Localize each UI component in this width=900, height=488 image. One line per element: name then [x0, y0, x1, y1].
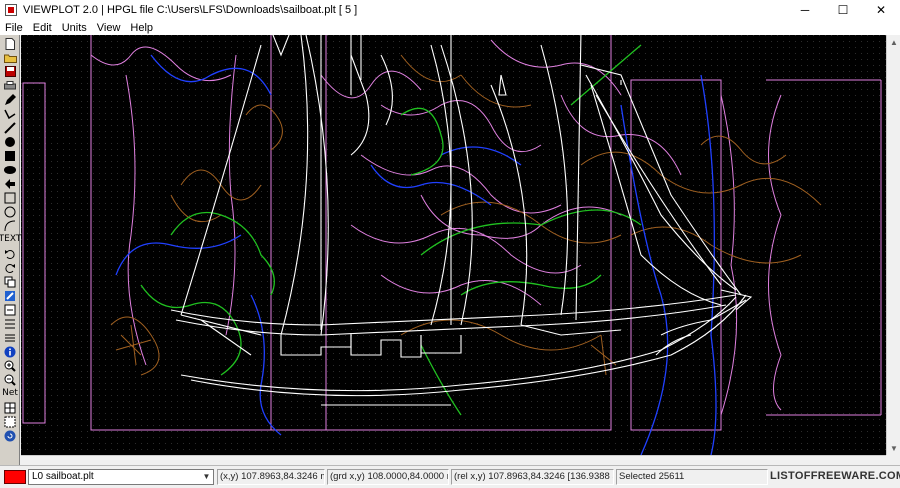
- menu-help[interactable]: Help: [125, 22, 158, 34]
- layer-icon[interactable]: [2, 303, 18, 316]
- zoom-out-icon[interactable]: [2, 373, 18, 386]
- save-icon[interactable]: [2, 65, 18, 78]
- ruler-icon[interactable]: [2, 331, 18, 344]
- filled-rect-icon[interactable]: [2, 149, 18, 162]
- copy-icon[interactable]: [2, 275, 18, 288]
- menu-units[interactable]: Units: [57, 22, 92, 34]
- print-icon[interactable]: [2, 79, 18, 92]
- redo-icon[interactable]: [2, 261, 18, 274]
- grid-icon[interactable]: [2, 317, 18, 330]
- hpgl-drawing: [21, 35, 886, 455]
- filled-ellipse-icon[interactable]: [2, 163, 18, 176]
- chevron-down-icon[interactable]: ▼: [200, 470, 213, 484]
- selection-count: Selected 25611: [616, 469, 768, 485]
- minimize-button[interactable]: ─: [786, 0, 824, 20]
- select-all-icon[interactable]: [2, 415, 18, 428]
- active-color-swatch[interactable]: [4, 470, 26, 484]
- net-tool[interactable]: Net: [2, 387, 18, 400]
- circle-outline-icon[interactable]: [2, 205, 18, 218]
- vertical-scrollbar[interactable]: ▲ ▼: [886, 35, 900, 455]
- open-folder-icon[interactable]: [2, 51, 18, 64]
- menu-view[interactable]: View: [92, 22, 126, 34]
- app-icon: [5, 4, 17, 16]
- scroll-up-icon[interactable]: ▲: [887, 35, 900, 49]
- status-bar: L0 sailboat.plt ▼ (x,y) 107.8963,84.3246…: [0, 465, 900, 488]
- new-file-icon[interactable]: [2, 37, 18, 50]
- menu-file[interactable]: File: [0, 22, 28, 34]
- line-icon[interactable]: [2, 121, 18, 134]
- watermark-text: LISTOFFREEWARE.COM: [770, 470, 900, 482]
- zoom-in-icon[interactable]: [2, 359, 18, 372]
- window-title: VIEWPLOT 2.0 | HPGL file C:\Users\LFS\Do…: [23, 4, 358, 16]
- grid-position: (grd x,y) 108.0000,84.0000 mm: [327, 469, 449, 485]
- info-icon[interactable]: [2, 345, 18, 358]
- arrow-back-icon[interactable]: [2, 177, 18, 190]
- text-tool[interactable]: TEXT: [0, 233, 21, 246]
- scroll-down-icon[interactable]: ▼: [887, 441, 900, 455]
- refresh-icon[interactable]: [2, 429, 18, 442]
- pencil-icon[interactable]: [2, 93, 18, 106]
- left-toolbar: TEXT Net: [0, 35, 21, 465]
- drawing-canvas[interactable]: [21, 35, 886, 455]
- measure-icon[interactable]: [2, 401, 18, 414]
- maximize-button[interactable]: ☐: [824, 0, 862, 20]
- title-bar: VIEWPLOT 2.0 | HPGL file C:\Users\LFS\Do…: [0, 0, 900, 20]
- cursor-position: (x,y) 107.8963,84.3246 mm: [217, 469, 325, 485]
- window-controls: ─ ☐ ✕: [786, 0, 900, 20]
- pen-select-icon[interactable]: [2, 289, 18, 302]
- close-button[interactable]: ✕: [862, 0, 900, 20]
- polyline-icon[interactable]: [2, 107, 18, 120]
- layer-dropdown[interactable]: L0 sailboat.plt ▼: [28, 469, 214, 485]
- horizontal-scrollbar[interactable]: [21, 455, 886, 465]
- menu-edit[interactable]: Edit: [28, 22, 57, 34]
- layer-dropdown-value: L0 sailboat.plt: [32, 471, 94, 482]
- rect-outline-icon[interactable]: [2, 191, 18, 204]
- relative-position: (rel x,y) 107.8963,84.3246 [136.9388 38.…: [451, 469, 614, 485]
- undo-icon[interactable]: [2, 247, 18, 260]
- menu-bar: File Edit Units View Help: [0, 20, 900, 35]
- filled-circle-icon[interactable]: [2, 135, 18, 148]
- arc-icon[interactable]: [2, 219, 18, 232]
